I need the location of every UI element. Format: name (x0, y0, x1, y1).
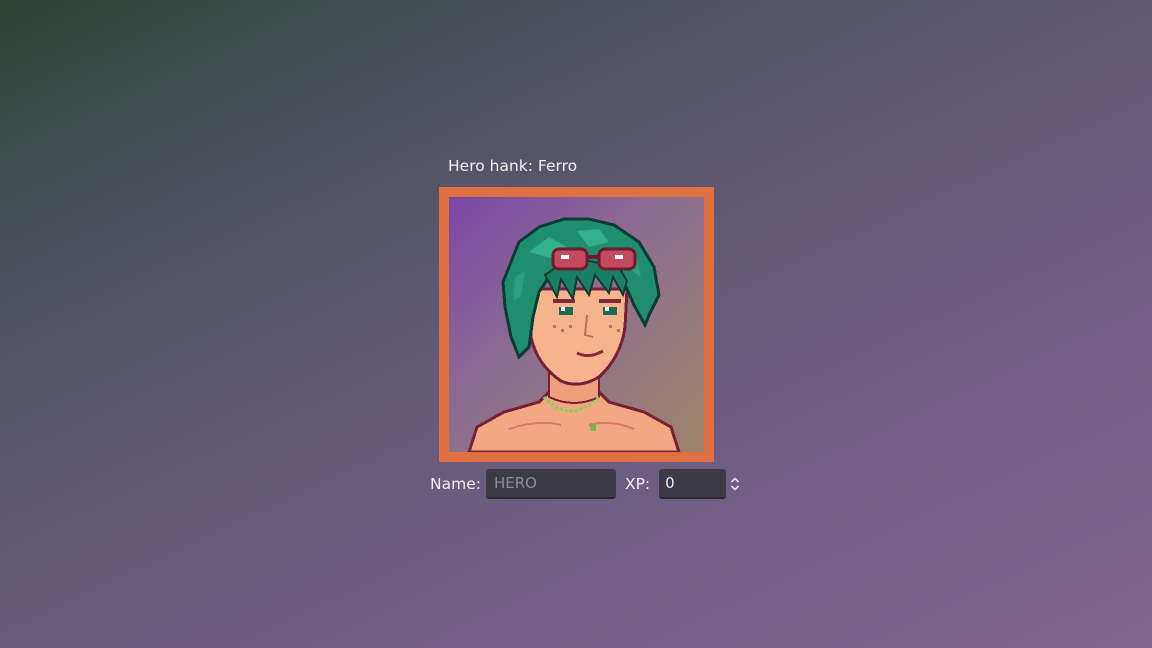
hero-form: Name: XP: (430, 468, 742, 500)
xp-input[interactable] (659, 469, 727, 499)
name-input[interactable] (485, 469, 616, 499)
character-portrait-image (467, 217, 681, 452)
chevron-up-down-icon (731, 477, 740, 491)
portrait-frame (439, 187, 714, 462)
character-portrait (449, 197, 704, 452)
xp-stepper[interactable] (728, 469, 742, 499)
name-label: Name: (430, 475, 481, 493)
hero-title: Hero hank: Ferro (448, 157, 578, 175)
xp-label: XP: (624, 475, 651, 493)
xp-spinbox (659, 469, 742, 499)
